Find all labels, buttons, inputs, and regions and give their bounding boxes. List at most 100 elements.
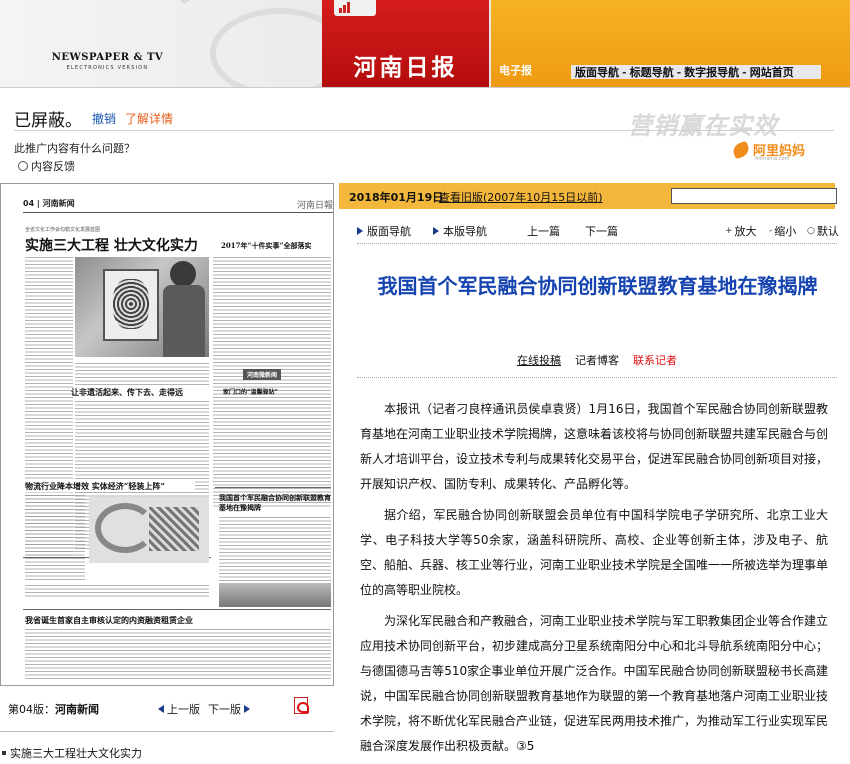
next-page-button[interactable]: 下一版 (208, 701, 250, 717)
zoom-in-label: 放大 (734, 225, 757, 238)
article-toolbar: 版面导航 本版导航 上一篇 下一篇 + 放大 - 缩小 ○ 默认 (357, 221, 839, 241)
next-article-button[interactable]: 下一篇 (585, 223, 618, 239)
newspaper-page-thumbnail[interactable]: 04 | 河南新闻 河南日報 全省文化工作会勾勒文化发展蓝图 实施三大工程 壮大… (0, 183, 334, 686)
headline-heritage[interactable]: 让非遗活起来、传下去、走得远 (71, 387, 183, 398)
text-column (25, 585, 209, 597)
headline-logistics[interactable]: 物流行业降本增效 实体经济“轻装上阵” (25, 481, 195, 492)
main-headline[interactable]: 实施三大工程 壮大文化实力 (25, 235, 198, 255)
date-picker-input[interactable] (671, 188, 837, 204)
page-nav-label: 本版导航 (443, 225, 487, 238)
nav-separator: - (622, 65, 627, 79)
feedback-label: 内容反馈 (31, 160, 75, 173)
next-article-label: 下一篇 (585, 225, 618, 238)
top-nav-titles[interactable]: 标题导航 (630, 64, 674, 80)
logo-line-1: NEWSPAPER & TV (51, 52, 164, 63)
old-edition-link[interactable]: 查看旧版(2007年10月15日以前) (439, 189, 603, 205)
article-body: 本报讯（记者刁良梓通讯员侯卓袁贤）1月16日，我国首个军民融合协同创新联盟教育基… (360, 397, 828, 764)
top-nav-digital[interactable]: 数字报导航 (684, 64, 739, 80)
article-byline: 在线投稿 记者博客 联系记者 (357, 352, 837, 368)
plus-icon: + (725, 226, 733, 236)
nav-separator: - (676, 65, 682, 79)
ad-strip: 已屏蔽。 撤销 了解详情 营销赢在实效 此推广内容有什么问题？ 内容反馈 阿里妈… (0, 96, 850, 176)
page-rule (215, 487, 331, 488)
headline-2017[interactable]: 2017年“十件实事”全部落实 (221, 241, 312, 251)
paper-photo-papercut (75, 257, 209, 357)
orange-nav-block: 电子报 版面导航 - 标题导航 - 数字报导航 - 网站首页 (491, 0, 850, 87)
default-size-label: 默认 (816, 225, 839, 238)
default-size-button[interactable]: ○ 默认 (807, 223, 839, 239)
prev-article-button[interactable]: 上一篇 (527, 223, 560, 239)
article-list-item-label: 实施三大工程壮大文化实力 (10, 747, 142, 760)
page-footer-nav: 第04版：河南新闻 上一版 下一版 (0, 697, 334, 719)
text-column (213, 257, 331, 507)
top-nav: 版面导航 - 标题导航 - 数字报导航 - 网站首页 (571, 65, 821, 79)
headline-base[interactable]: 我国首个军民融合协同创新联盟教育基地在豫揭牌 (219, 493, 331, 513)
ad-divider (14, 130, 834, 131)
page-rule (23, 609, 331, 610)
toolbar-divider (357, 243, 837, 244)
article-paragraph: 为深化军民融合和产教融合，河南工业职业技术学院与军工职教集团企业等合作建立应用技… (360, 614, 829, 753)
alimama-bird-icon (731, 140, 751, 159)
edition-name[interactable]: 河南新闻 (55, 703, 99, 716)
header-banner: NEWSPAPER & TV ELECTRONICS VERSION 河南日报 … (0, 0, 850, 88)
newspaper-tv-logo[interactable]: NEWSPAPER & TV ELECTRONICS VERSION (50, 52, 165, 71)
layout-nav-button[interactable]: 版面导航 (357, 223, 411, 239)
nav-separator: - (742, 65, 747, 79)
main-subhead: 全省文化工作会勾勒文化发展蓝图 (25, 227, 101, 233)
ad-learn-more-link[interactable]: 了解详情 (125, 110, 173, 127)
zoom-out-button[interactable]: - 缩小 (769, 223, 796, 239)
alimama-sub: Alimama.com (755, 156, 790, 162)
footer-divider (0, 731, 334, 732)
arrow-left-icon (158, 705, 164, 713)
edition-prefix: 第04版： (8, 703, 55, 716)
bullet-icon (2, 751, 6, 755)
page-number: 04 | 河南新闻 (23, 199, 75, 208)
contact-reporter-link[interactable]: 联系记者 (633, 354, 677, 367)
newspaper-page: 04 | 河南新闻 河南日報 全省文化工作会勾勒文化发展蓝图 实施三大工程 壮大… (23, 195, 333, 683)
logo-line-2: ELECTRONICS VERSION (66, 65, 149, 71)
alimama-logo[interactable]: 阿里妈妈 Alimama.com (731, 140, 805, 162)
page-masthead: 河南日報 (296, 201, 333, 211)
ad-blocked-text: 已屏蔽。 (14, 111, 82, 131)
text-column (25, 629, 331, 679)
prev-page-button[interactable]: 上一版 (158, 701, 200, 717)
issue-date: 2018年01月19日 (349, 191, 444, 204)
next-page-label: 下一版 (208, 703, 241, 716)
newsbox-title[interactable]: 河南微新闻 (243, 369, 282, 380)
headline-leasing[interactable]: 我省诞生首家自主审核认定的内资融资租赁企业 (25, 615, 193, 626)
headline-door[interactable]: 家门口的“温馨驿站” (223, 387, 278, 396)
edition-badge: 电子报 (499, 64, 532, 77)
article-paragraph: 本报讯（记者刁良梓通讯员侯卓袁贤）1月16日，我国首个军民融合协同创新联盟教育基… (360, 402, 829, 491)
feedback-radio[interactable] (18, 161, 28, 171)
date-bar: 2018年01月19日 查看旧版(2007年10月15日以前) (339, 183, 837, 209)
zoom-out-label: 缩小 (774, 225, 797, 238)
prev-article-label: 上一篇 (527, 225, 560, 238)
page-header: 04 | 河南新闻 河南日報 (23, 195, 333, 213)
byline-divider (357, 377, 837, 378)
submit-article-link[interactable]: 在线投稿 (517, 354, 561, 367)
page-nav-button[interactable]: 本版导航 (433, 223, 487, 239)
layout-nav-label: 版面导航 (367, 225, 411, 238)
ad-undo-link[interactable]: 撤销 (92, 110, 116, 127)
top-nav-home[interactable]: 网站首页 (750, 64, 794, 80)
reporter-blog-link[interactable]: 记者博客 (575, 354, 619, 367)
article-title: 我国首个军民融合协同创新联盟教育基地在豫揭牌 (377, 274, 818, 298)
play-arrow-icon (433, 227, 439, 235)
ad-question: 此推广内容有什么问题？ (14, 142, 135, 155)
brand-block: 河南日报 (322, 0, 489, 87)
top-nav-layout[interactable]: 版面导航 (575, 64, 619, 80)
dot-icon: ○ (807, 226, 815, 236)
text-column (25, 495, 85, 581)
zoom-in-button[interactable]: + 放大 (725, 223, 757, 239)
prev-page-label: 上一版 (167, 703, 200, 716)
article-paragraph: 据介绍，军民融合协同创新联盟会员单位有中国科学院电子学研究所、北京工业大学、电子… (360, 508, 829, 597)
ad-feedback-option[interactable]: 内容反馈 (18, 158, 75, 174)
brand-name[interactable]: 河南日报 (322, 48, 489, 82)
paper-photo-ceremony (219, 583, 331, 607)
paper-illustration-logistics (89, 497, 209, 563)
pdf-icon[interactable] (294, 697, 309, 714)
play-arrow-icon (357, 227, 363, 235)
minus-icon: - (769, 226, 773, 236)
article-list-item[interactable]: 实施三大工程壮大文化实力 (0, 745, 142, 761)
text-column (75, 363, 209, 385)
